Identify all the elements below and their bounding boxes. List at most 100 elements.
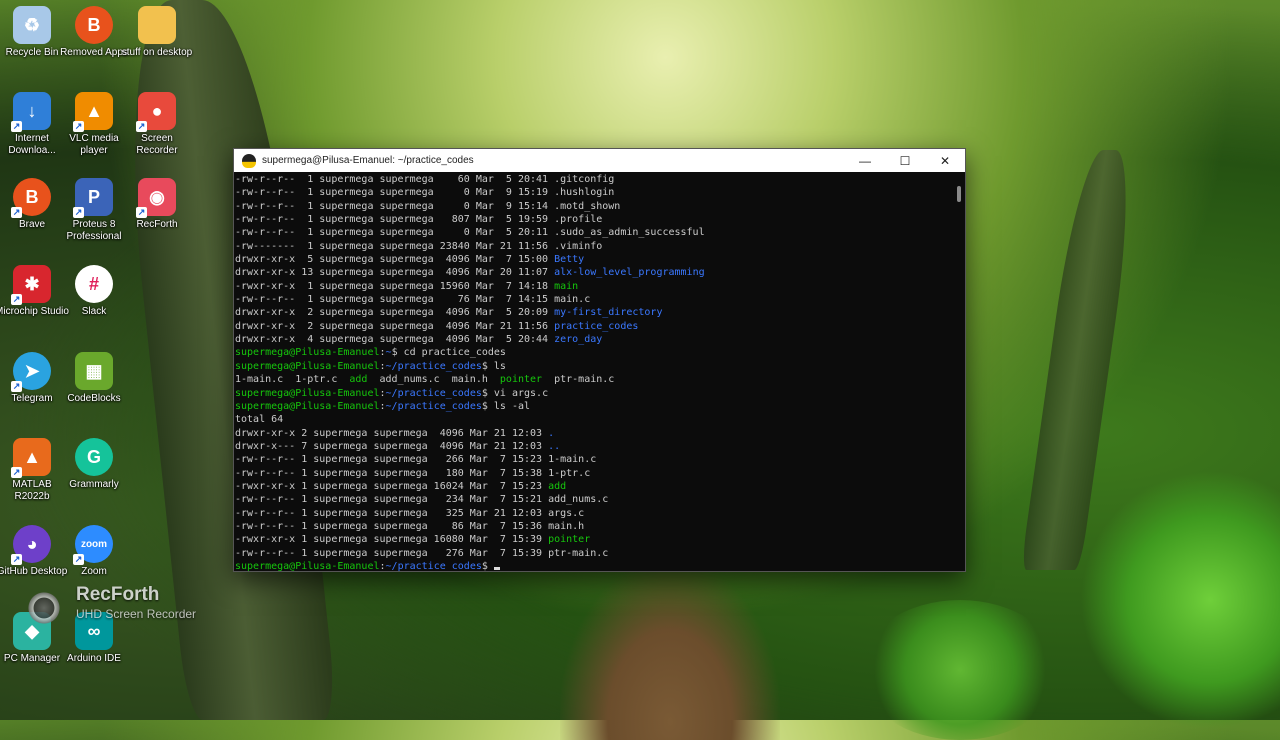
terminal-line: supermega@Pilusa-Emanuel:~$ cd practice_… [234, 346, 951, 359]
internet-download-icon: ↓ ↗ [11, 92, 51, 132]
terminal-text: -rwxr-xr-x 1 supermega supermega 16080 M… [235, 534, 549, 546]
terminal-cursor [493, 566, 500, 570]
terminal-line: total 64 [234, 413, 951, 426]
matlab-icon: ▲ ↗ [11, 438, 51, 478]
minimize-button[interactable]: — [845, 149, 885, 172]
terminal-line: -rw-r--r-- 1 supermega supermega 0 Mar 9… [234, 200, 951, 213]
desktop-icon-label: Slack [81, 306, 107, 317]
terminal-text: ~/practice_codes [385, 360, 482, 372]
shortcut-arrow-icon: ↗ [11, 554, 22, 565]
desktop-icon-label: CodeBlocks [67, 393, 121, 404]
terminal-line: drwxr-xr-x 2 supermega supermega 4096 Ma… [234, 306, 951, 319]
desktop-icon[interactable]: G Grammarly [57, 438, 131, 491]
terminal-line: -rw-r--r-- 1 supermega supermega 86 Mar … [234, 520, 951, 533]
terminal-line: supermega@Pilusa-Emanuel:~/practice_code… [234, 400, 951, 413]
terminal-text: $ ls -al [481, 400, 531, 412]
terminal-window[interactable]: supermega@Pilusa-Emanuel: ~/practice_cod… [233, 148, 966, 572]
watermark-title: RecForth [76, 584, 160, 605]
terminal-line: drwxr-xr-x 13 supermega supermega 4096 M… [234, 266, 951, 279]
shortcut-arrow-icon: ↗ [136, 207, 147, 218]
terminal-text: ~/practice_codes [385, 387, 482, 399]
terminal-text: drwxr-xr-x 5 supermega supermega 4096 Ma… [235, 254, 555, 266]
brave-lion-icon: B [75, 6, 113, 44]
shortcut-arrow-icon: ↗ [11, 381, 22, 392]
terminal-text: add [349, 374, 368, 386]
desktop-icon-label: Arduino IDE [67, 653, 121, 664]
window-titlebar[interactable]: supermega@Pilusa-Emanuel: ~/practice_cod… [234, 149, 965, 172]
terminal-text: supermega@Pilusa-Emanuel [235, 387, 380, 399]
terminal-text: add [548, 480, 567, 492]
terminal-text: -rw-r--r-- 1 supermega supermega 234 Mar… [235, 494, 609, 506]
maximize-button[interactable]: ☐ [885, 149, 925, 172]
terminal-text: . [548, 427, 555, 439]
terminal-line: -rw-r--r-- 1 supermega supermega 234 Mar… [234, 493, 951, 506]
shortcut-arrow-icon: ↗ [136, 121, 147, 132]
terminal-text: supermega@Pilusa-Emanuel [235, 347, 380, 359]
brave-lion-icon: B ↗ [11, 178, 51, 218]
desktop-icon-label: stuff on desktop [121, 47, 193, 58]
terminal-text: practice_codes [554, 320, 639, 332]
fern-foliage [860, 600, 1060, 740]
microchip-icon: ✱ ↗ [11, 265, 51, 305]
terminal-output[interactable]: -rw-r--r-- 1 supermega supermega 60 Mar … [234, 172, 951, 571]
terminal-line: -rw-r--r-- 1 supermega supermega 325 Mar… [234, 507, 951, 520]
terminal-text: -rw-r--r-- 1 supermega supermega 76 Mar … [235, 294, 591, 306]
terminal-text: -rw-r--r-- 1 supermega supermega 0 Mar 9… [235, 200, 621, 212]
terminal-text: alx-low_level_programming [554, 267, 705, 279]
terminal-text: zero_day [554, 334, 603, 346]
terminal-text: -rw-r--r-- 1 supermega supermega 0 Mar 9… [235, 187, 615, 199]
recforth-logo-icon [26, 590, 62, 626]
terminal-text: -rw-r--r-- 1 supermega supermega 60 Mar … [235, 174, 615, 185]
terminal-text: drwxr-xr-x 2 supermega supermega 4096 Ma… [235, 307, 555, 319]
terminal-text: supermega@Pilusa-Emanuel [235, 360, 380, 372]
desktop-icon[interactable]: ● ↗ Screen Recorder [120, 92, 194, 157]
terminal-text: $ vi args.c [481, 387, 549, 399]
zoom-icon: zoom ↗ [73, 525, 113, 565]
terminal-text: -rwxr-xr-x 1 supermega supermega 15960 M… [235, 280, 555, 292]
terminal-line: -rw-r--r-- 1 supermega supermega 180 Mar… [234, 467, 951, 480]
terminal-text: -rwxr-xr-x 1 supermega supermega 16024 M… [235, 480, 549, 492]
terminal-line: -rwxr-xr-x 1 supermega supermega 16080 M… [234, 533, 951, 546]
terminal-scrollbar[interactable] [951, 172, 965, 571]
terminal-text: drwxr-xr-x 13 supermega supermega 4096 M… [235, 267, 555, 279]
codeblocks-icon: ▦ [75, 352, 113, 390]
terminal-text: -rw------- 1 supermega supermega 23840 M… [235, 240, 603, 252]
terminal-text: drwxr-xr-x 2 supermega supermega 4096 Ma… [235, 320, 555, 332]
terminal-text: $ cd practice_codes [391, 347, 506, 359]
desktop-icon[interactable]: # Slack [57, 265, 131, 318]
desktop-icon[interactable]: zoom ↗ Zoom [57, 525, 131, 578]
shortcut-arrow-icon: ↗ [73, 554, 84, 565]
terminal-text: pointer [499, 374, 543, 386]
proteus-icon: P ↗ [73, 178, 113, 218]
forest-path [560, 560, 780, 740]
terminal-text: -rw-r--r-- 1 supermega supermega 325 Mar… [235, 507, 585, 519]
terminal-text: supermega@Pilusa-Emanuel [235, 560, 380, 571]
shortcut-arrow-icon: ↗ [73, 207, 84, 218]
slack-icon: # [75, 265, 113, 303]
terminal-text: ~/practice_codes [385, 400, 482, 412]
desktop-icon[interactable]: stuff on desktop [120, 6, 194, 59]
terminal-line: 1-main.c 1-ptr.c add add_nums.c main.h p… [234, 373, 951, 386]
desktop-icon[interactable]: ◉ ↗ RecForth [120, 178, 194, 231]
terminal-text: -rw-r--r-- 1 supermega supermega 180 Mar… [235, 467, 591, 479]
desktop-icon[interactable]: ▦ CodeBlocks [57, 352, 131, 405]
terminal-line: -rw------- 1 supermega supermega 23840 M… [234, 240, 951, 253]
telegram-icon: ➤ ↗ [11, 352, 51, 392]
window-controls: — ☐ ✕ [845, 149, 965, 172]
terminal-line: -rw-r--r-- 1 supermega supermega 0 Mar 5… [234, 226, 951, 239]
terminal-text: Betty [554, 254, 585, 266]
terminal-text: drwxr-xr-x 4 supermega supermega 4096 Ma… [235, 334, 555, 346]
desktop-icon-label: Zoom [81, 566, 107, 577]
close-button[interactable]: ✕ [925, 149, 965, 172]
terminal-line: -rw-r--r-- 1 supermega supermega 807 Mar… [234, 213, 951, 226]
terminal-line: -rw-r--r-- 1 supermega supermega 60 Mar … [234, 173, 951, 186]
terminal-text: my-first_directory [554, 307, 663, 319]
grammarly-icon: G [75, 438, 113, 476]
terminal-text: .. [548, 440, 561, 452]
terminal-line: supermega@Pilusa-Emanuel:~/practice_code… [234, 387, 951, 400]
linux-tux-icon [242, 153, 256, 168]
scrollbar-thumb[interactable] [957, 186, 961, 202]
terminal-text: $ [481, 560, 494, 571]
desktop-icon-label: RecForth [136, 219, 178, 230]
terminal-text: ptr-main.c [542, 374, 615, 386]
